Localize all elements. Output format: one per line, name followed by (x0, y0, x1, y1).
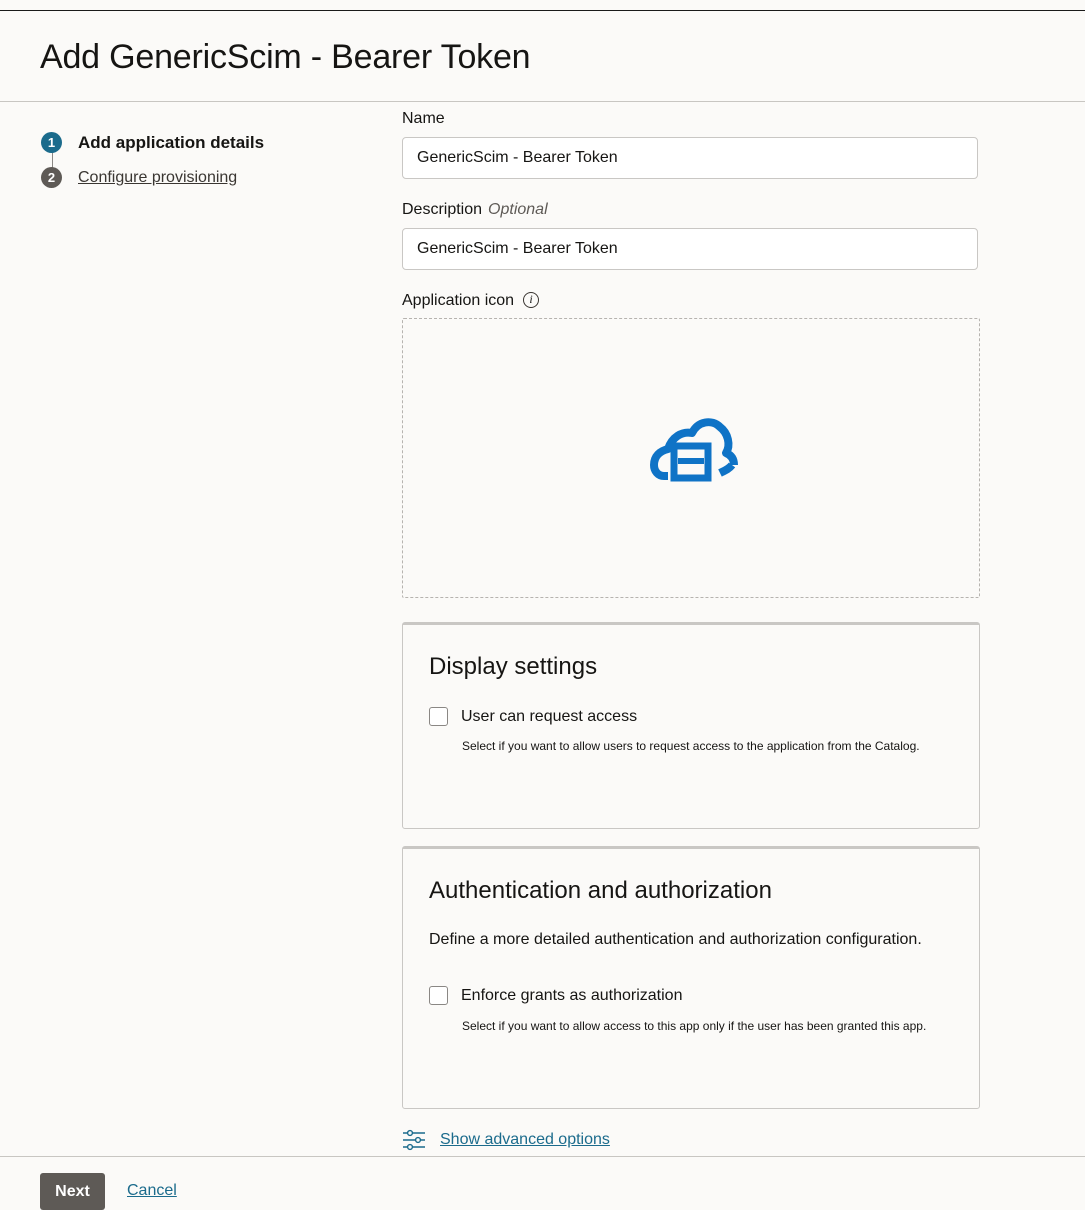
enforce-grants-checkbox[interactable]: Enforce grants as authorization (429, 986, 682, 1005)
sliders-icon (403, 1129, 425, 1151)
application-icon-label: Application icon i (402, 291, 540, 310)
checkbox-label: Enforce grants as authorization (461, 986, 683, 1004)
name-label: Name (402, 110, 445, 127)
header-divider (0, 101, 1085, 102)
checkbox-help-text: Select if you want to allow access to th… (462, 1019, 927, 1033)
step-configure-provisioning[interactable]: 2 Configure provisioning (41, 167, 237, 188)
step-link-configure-provisioning[interactable]: Configure provisioning (78, 169, 237, 187)
footer-divider (0, 1156, 1085, 1157)
authentication-title: Authentication and authorization (429, 877, 772, 904)
show-advanced-options[interactable]: Show advanced options (402, 1129, 610, 1151)
step-add-application-details[interactable]: 1 Add application details (41, 132, 264, 153)
checkbox-box[interactable] (429, 986, 448, 1005)
description-input[interactable] (402, 228, 978, 270)
top-rule (0, 10, 1085, 11)
application-icon-label-text: Application icon (402, 292, 515, 309)
description-label: Description Optional (402, 201, 548, 219)
step-number-badge: 1 (41, 132, 62, 153)
optional-tag: Optional (488, 201, 548, 218)
info-icon[interactable]: i (523, 291, 540, 308)
step-number-badge: 2 (41, 167, 62, 188)
user-can-request-access-checkbox[interactable]: User can request access (429, 707, 637, 726)
cancel-link[interactable]: Cancel (127, 1182, 177, 1200)
description-label-text: Description (402, 201, 483, 218)
checkbox-box[interactable] (429, 707, 448, 726)
page-title: Add GenericScim - Bearer Token (40, 38, 531, 76)
checkbox-label: User can request access (461, 707, 638, 725)
next-button[interactable]: Next (40, 1173, 105, 1210)
cloud-app-icon (650, 418, 738, 482)
display-settings-title: Display settings (429, 653, 598, 680)
authentication-description: Define a more detailed authentication an… (429, 931, 922, 948)
authentication-panel: Authentication and authorization Define … (402, 846, 980, 1109)
checkbox-help-text: Select if you want to allow users to req… (462, 739, 920, 753)
application-icon-dropzone[interactable] (402, 318, 980, 598)
show-advanced-options-link[interactable]: Show advanced options (440, 1131, 610, 1149)
name-input[interactable] (402, 137, 978, 179)
step-label: Add application details (78, 132, 265, 152)
display-settings-panel: Display settings User can request access… (402, 622, 980, 829)
